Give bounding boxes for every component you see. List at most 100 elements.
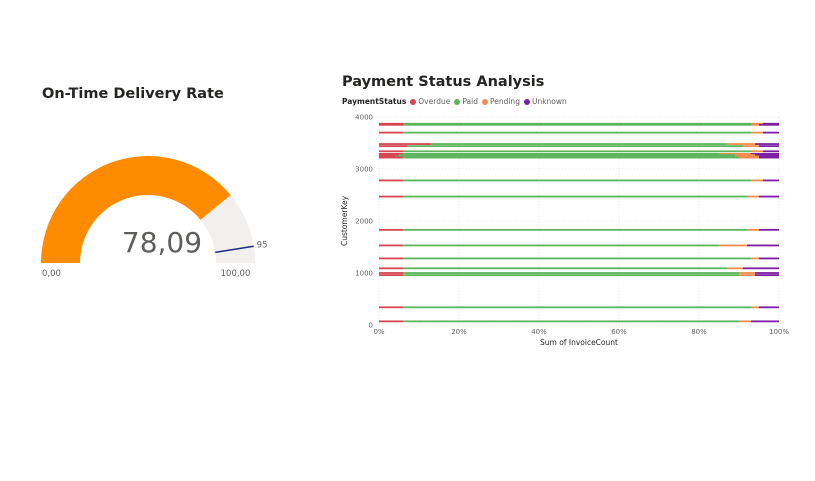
legend-label-pending: Pending — [489, 97, 520, 106]
bar-segment-overdue[interactable] — [379, 150, 403, 153]
bar-segment-pending[interactable] — [751, 123, 759, 126]
bar-segment-unknown[interactable] — [759, 195, 779, 198]
x-tick-label: 60% — [611, 328, 627, 336]
bar-segment-unknown[interactable] — [763, 131, 779, 134]
grid-layer — [378, 116, 780, 326]
bar-segment-overdue[interactable] — [379, 257, 403, 260]
bar-segment-pending[interactable] — [739, 272, 755, 274]
gauge-value: 78,09 — [122, 226, 202, 259]
bar-segment-unknown[interactable] — [755, 143, 779, 145]
bar-segment-pending[interactable] — [751, 257, 759, 260]
legend-item-overdue[interactable]: Overdue — [410, 97, 450, 106]
bar-segment-paid[interactable] — [403, 156, 739, 159]
legend-label-overdue: Overdue — [418, 97, 451, 106]
x-tick-label: 40% — [531, 328, 547, 336]
bar-segment-pending[interactable] — [751, 306, 759, 309]
bar-segment-pending[interactable] — [739, 274, 755, 276]
bar-segment-unknown[interactable] — [747, 244, 779, 247]
bar-segment-paid[interactable] — [431, 143, 727, 145]
bar-segment-pending[interactable] — [747, 195, 759, 198]
gauge-visual[interactable]: On-Time Delivery Rate 78,09 0,00 100,00 … — [0, 70, 320, 300]
bar-segment-paid[interactable] — [407, 145, 743, 148]
chart-legend: PaymentStatus Overdue Paid Pending Unkno… — [342, 97, 571, 106]
bar-segment-paid[interactable] — [399, 154, 735, 156]
bar-segment-unknown[interactable] — [759, 145, 779, 148]
y-tick-label: 0 — [369, 322, 373, 330]
bar-segment-unknown[interactable] — [763, 150, 779, 153]
bar-segment-overdue[interactable] — [379, 143, 431, 145]
bar-segment-unknown[interactable] — [751, 320, 779, 323]
legend-dot-overdue — [410, 98, 417, 105]
bar-segment-pending[interactable] — [735, 154, 755, 156]
bar-segment-paid[interactable] — [403, 274, 739, 276]
gauge-max-label: 100,00 — [221, 269, 251, 279]
bar-segment-overdue[interactable] — [379, 195, 403, 198]
gauge-target-label: 95 — [257, 240, 268, 250]
bar-segment-paid[interactable] — [403, 267, 727, 270]
bar-segment-paid[interactable] — [403, 244, 719, 247]
bar-segment-pending[interactable] — [719, 244, 747, 247]
bar-segment-paid[interactable] — [403, 179, 751, 182]
legend-dot-unknown — [523, 98, 530, 105]
bar-segment-overdue[interactable] — [379, 131, 403, 134]
bar-segment-unknown[interactable] — [759, 306, 779, 309]
bar-segment-pending[interactable] — [743, 145, 759, 148]
legend-title: PaymentStatus — [342, 97, 407, 106]
x-tick-label: 80% — [691, 328, 707, 336]
bar-segment-unknown[interactable] — [755, 274, 779, 276]
payment-status-visual[interactable]: Payment Status Analysis PaymentStatus Ov… — [330, 68, 800, 368]
bar-segment-pending[interactable] — [747, 228, 759, 231]
bar-segment-unknown[interactable] — [759, 257, 779, 260]
y-axis-title: CustomerKey — [340, 195, 349, 246]
gauge-chart: 78,09 0,00 100,00 95 — [41, 156, 268, 279]
bar-segment-pending[interactable] — [751, 131, 763, 134]
bar-segment-overdue[interactable] — [379, 154, 399, 156]
bar-segment-paid[interactable] — [403, 228, 747, 231]
bar-segment-unknown[interactable] — [759, 123, 779, 126]
legend-item-paid[interactable]: Paid — [454, 97, 478, 106]
bar-segment-overdue[interactable] — [379, 123, 403, 126]
bar-segment-overdue[interactable] — [379, 145, 407, 148]
bar-segment-overdue[interactable] — [379, 244, 403, 247]
legend-dot-pending — [481, 98, 488, 105]
bar-segment-paid[interactable] — [403, 257, 751, 260]
bar-segment-overdue[interactable] — [379, 267, 403, 270]
bar-segment-unknown[interactable] — [763, 179, 779, 182]
bar-segment-paid[interactable] — [403, 272, 739, 274]
bar-segment-overdue[interactable] — [379, 320, 403, 323]
stacked-bar-chart: 0 1000 2000 3000 4000 0% 20% 40% 60% 80% 100% Sum … — [340, 114, 789, 348]
bar-segment-paid[interactable] — [403, 195, 747, 198]
chart-title: Payment Status Analysis — [342, 74, 545, 90]
bar-segment-pending[interactable] — [751, 179, 763, 182]
bar-segment-paid[interactable] — [403, 306, 751, 309]
bar-segment-overdue[interactable] — [379, 274, 403, 276]
legend-item-unknown[interactable]: Unknown — [523, 97, 567, 106]
x-tick-label: 100% — [769, 328, 789, 336]
bar-segment-unknown[interactable] — [755, 272, 779, 274]
legend-label-unknown: Unknown — [531, 97, 567, 106]
x-tick-label: 20% — [451, 328, 467, 336]
bar-segment-paid[interactable] — [403, 131, 751, 134]
bar-segment-paid[interactable] — [403, 123, 751, 126]
bar-segment-unknown[interactable] — [755, 154, 779, 156]
bar-segment-overdue[interactable] — [379, 228, 403, 231]
bar-segment-pending[interactable] — [739, 156, 759, 159]
bar-segment-paid[interactable] — [403, 150, 751, 153]
legend-item-pending[interactable]: Pending — [481, 97, 520, 106]
bar-segment-unknown[interactable] — [759, 156, 779, 159]
bar-segment-overdue[interactable] — [379, 272, 403, 274]
legend-dot-paid — [454, 98, 461, 105]
bar-segment-pending[interactable] — [751, 150, 763, 153]
bar-segment-pending[interactable] — [739, 320, 751, 323]
bar-segment-overdue[interactable] — [379, 306, 403, 309]
bar-segment-overdue[interactable] — [379, 156, 403, 159]
bar-segment-unknown[interactable] — [759, 228, 779, 231]
bar-segment-pending[interactable] — [727, 143, 755, 145]
bar-segment-paid[interactable] — [403, 320, 739, 323]
bar-segment-overdue[interactable] — [379, 179, 403, 182]
bar-segment-unknown[interactable] — [743, 267, 779, 270]
y-tick-label: 3000 — [355, 166, 373, 174]
x-tick-label: 0% — [373, 328, 384, 336]
bar-segment-pending[interactable] — [727, 267, 743, 270]
y-tick-label: 4000 — [355, 114, 373, 122]
